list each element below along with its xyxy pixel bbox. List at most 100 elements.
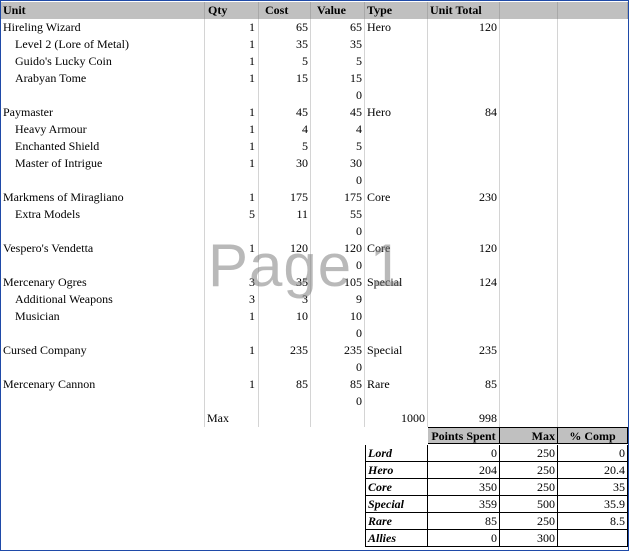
type-cell[interactable] [365,138,428,155]
unit-total-cell[interactable]: 84 [428,104,500,121]
summary-points-spent[interactable]: 204 [428,462,500,479]
empty-cell[interactable] [558,291,628,308]
value-cell[interactable]: 5 [311,53,365,70]
cell-empty[interactable] [500,410,558,427]
cost-cell[interactable]: 175 [259,189,311,206]
empty-cell[interactable] [558,325,628,342]
cost-cell[interactable]: 10 [259,308,311,325]
summary-pct-comp[interactable]: 0 [558,445,628,462]
empty-cell[interactable] [500,155,558,172]
grand-total[interactable]: 998 [428,410,500,427]
empty-cell[interactable] [558,53,628,70]
qty-cell[interactable]: 1 [205,189,259,206]
value-cell[interactable]: 5 [311,138,365,155]
unit-total-cell[interactable] [428,257,500,274]
qty-cell[interactable]: 1 [205,70,259,87]
empty-cell[interactable] [500,19,558,36]
header-cost[interactable]: Cost [259,2,311,19]
value-cell[interactable]: 175 [311,189,365,206]
summary-max[interactable]: 300 [500,530,558,547]
unit-name-cell[interactable]: Musician [1,308,205,325]
summary-category[interactable]: Rare [365,513,428,530]
empty-cell[interactable] [558,240,628,257]
value-cell[interactable]: 45 [311,104,365,121]
cost-cell[interactable]: 120 [259,240,311,257]
summary-category[interactable]: Allies [365,530,428,547]
summary-points-spent[interactable]: 359 [428,496,500,513]
unit-total-cell[interactable] [428,393,500,410]
unit-name-cell[interactable]: Cursed Company [1,342,205,359]
summary-points-spent[interactable]: 350 [428,479,500,496]
unit-name-cell[interactable]: Hireling Wizard [1,19,205,36]
type-cell[interactable] [365,206,428,223]
value-cell[interactable]: 9 [311,291,365,308]
type-cell[interactable] [365,325,428,342]
empty-cell[interactable] [558,189,628,206]
empty-cell[interactable] [558,342,628,359]
empty-cell[interactable] [500,206,558,223]
empty-cell[interactable] [558,393,628,410]
cell-empty[interactable] [1,410,205,427]
unit-total-cell[interactable] [428,325,500,342]
header-unit[interactable]: Unit [1,2,205,19]
qty-cell[interactable]: 1 [205,308,259,325]
header-empty-1[interactable] [500,2,558,19]
empty-cell[interactable] [558,206,628,223]
type-cell[interactable] [365,36,428,53]
qty-cell[interactable] [205,325,259,342]
type-cell[interactable] [365,121,428,138]
unit-name-cell[interactable] [1,393,205,410]
unit-name-cell[interactable]: Additional Weapons [1,291,205,308]
empty-cell[interactable] [500,104,558,121]
type-cell[interactable] [365,155,428,172]
summary-points-spent[interactable]: 0 [428,530,500,547]
unit-total-cell[interactable] [428,87,500,104]
cost-cell[interactable]: 235 [259,342,311,359]
empty-cell[interactable] [558,87,628,104]
empty-cell[interactable] [500,359,558,376]
empty-cell[interactable] [500,223,558,240]
type-cell[interactable]: Rare [365,376,428,393]
qty-cell[interactable]: 1 [205,19,259,36]
header-qty[interactable]: Qty [205,2,259,19]
empty-cell[interactable] [500,325,558,342]
unit-name-cell[interactable] [1,325,205,342]
unit-name-cell[interactable] [1,359,205,376]
qty-cell[interactable] [205,172,259,189]
summary-max[interactable]: 500 [500,496,558,513]
type-cell[interactable] [365,308,428,325]
unit-total-cell[interactable] [428,53,500,70]
value-cell[interactable]: 105 [311,274,365,291]
type-cell[interactable]: Core [365,240,428,257]
unit-name-cell[interactable]: Enchanted Shield [1,138,205,155]
header-type[interactable]: Type [365,2,428,19]
cell-empty[interactable] [558,410,628,427]
value-cell[interactable]: 30 [311,155,365,172]
qty-cell[interactable]: 1 [205,155,259,172]
qty-cell[interactable] [205,257,259,274]
type-cell[interactable] [365,393,428,410]
unit-total-cell[interactable] [428,155,500,172]
cost-cell[interactable]: 5 [259,53,311,70]
value-cell[interactable]: 0 [311,172,365,189]
unit-total-cell[interactable]: 235 [428,342,500,359]
summary-max[interactable]: 250 [500,445,558,462]
summary-pct-comp[interactable]: 35 [558,479,628,496]
qty-cell[interactable]: 5 [205,206,259,223]
summary-header-max[interactable]: Max [500,427,558,444]
empty-cell[interactable] [558,19,628,36]
cell-empty[interactable] [311,410,365,427]
unit-total-cell[interactable] [428,223,500,240]
type-cell[interactable]: Hero [365,19,428,36]
unit-name-cell[interactable]: Paymaster [1,104,205,121]
summary-pct-comp[interactable] [558,530,628,547]
summary-max[interactable]: 250 [500,513,558,530]
empty-cell[interactable] [558,376,628,393]
unit-total-cell[interactable] [428,308,500,325]
empty-cell[interactable] [558,223,628,240]
empty-cell[interactable] [558,138,628,155]
summary-max[interactable]: 250 [500,479,558,496]
value-cell[interactable]: 0 [311,87,365,104]
unit-total-cell[interactable] [428,359,500,376]
type-cell[interactable] [365,53,428,70]
